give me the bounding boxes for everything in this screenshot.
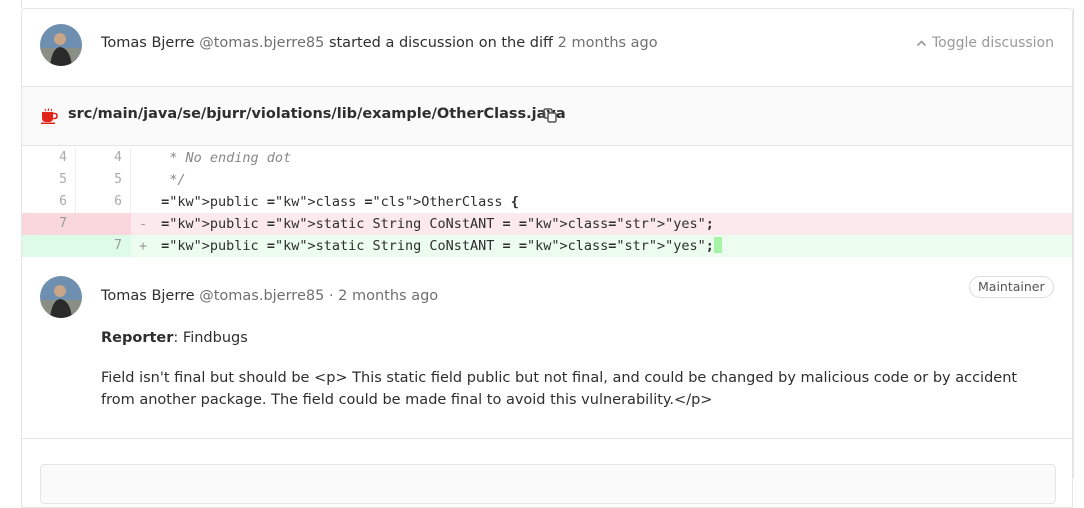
note-separator: · [328, 288, 334, 304]
discussion-card: Tomas Bjerre @tomas.bjerre85 started a d… [21, 8, 1073, 508]
file-path-link[interactable]: src/main/java/se/bjurr/violations/lib/ex… [68, 106, 566, 122]
note-author-name-link[interactable]: Tomas Bjerre [101, 288, 195, 304]
author-handle[interactable]: @tomas.bjerre85 [199, 35, 324, 51]
reply-placeholder-box[interactable] [40, 464, 1056, 504]
code-text: ="kw">public ="kw">static String CoNstAN… [161, 238, 714, 254]
copy-file-path-icon[interactable] [543, 108, 558, 123]
new-line-number[interactable] [76, 213, 131, 235]
toggle-discussion-label: Toggle discussion [931, 35, 1054, 51]
diff-line-removed-7: 7 - ="kw">public ="kw">static String CoN… [22, 213, 1072, 235]
card-right-border [1073, 8, 1074, 478]
diff-line-code: + ="kw">public ="kw">static String CoNst… [131, 235, 722, 257]
java-coffee-icon [41, 108, 58, 124]
diff-line-code: ="kw">public ="kw">class ="cls">OtherCla… [131, 191, 519, 213]
old-line-number[interactable] [22, 235, 76, 257]
reply-separator [22, 438, 1072, 439]
diff-marker [139, 191, 153, 213]
code-comment: * No ending dot [153, 150, 292, 166]
new-line-number[interactable]: 5 [76, 169, 131, 191]
note-message: Field isn't final but should be <p> This… [101, 370, 1018, 408]
code-text: ="kw">public ="kw">static String CoNstAN… [161, 216, 714, 232]
reporter-value: : Findbugs [173, 330, 248, 346]
reporter-label: Reporter [101, 330, 174, 346]
old-line-number[interactable]: 4 [22, 147, 76, 169]
diff-marker [139, 147, 153, 169]
diff-marker [139, 169, 153, 191]
discussion-action: started a discussion on the diff [328, 35, 553, 51]
diff-lines: 4 4 * No ending dot 5 5 */ 6 6 ="kw">pub… [22, 147, 1072, 257]
diff-line-context-4: 4 4 * No ending dot [22, 147, 1072, 169]
author-name-link[interactable]: Tomas Bjerre [101, 35, 195, 51]
text-cursor [713, 237, 722, 253]
diff-marker: + [139, 238, 148, 254]
note-body: Reporter: Findbugs Field isn't final but… [101, 327, 1041, 429]
discussion-time: 2 months ago [557, 35, 658, 51]
note-header: Tomas Bjerre @tomas.bjerre85 · 2 months … [101, 288, 438, 304]
discussion-header: Tomas Bjerre @tomas.bjerre85 started a d… [101, 35, 658, 51]
diff-line-added-7: 7 + ="kw">public ="kw">static String CoN… [22, 235, 1072, 257]
note-time[interactable]: 2 months ago [338, 288, 438, 304]
new-line-number[interactable]: 4 [76, 147, 131, 169]
note-author-handle[interactable]: @tomas.bjerre85 [199, 288, 324, 304]
note-author-avatar[interactable] [40, 276, 82, 318]
diff-line-code: * No ending dot [131, 147, 291, 169]
diff-line-context-6: 6 6 ="kw">public ="kw">class ="cls">Othe… [22, 191, 1072, 213]
timeline-connector [21, 0, 22, 8]
toggle-discussion-button[interactable]: Toggle discussion [916, 35, 1054, 51]
diff-line-context-5: 5 5 */ [22, 169, 1072, 191]
diff-line-code: */ [131, 169, 186, 191]
diff-file-header: src/main/java/se/bjurr/violations/lib/ex… [22, 86, 1072, 146]
old-line-number[interactable]: 7 [22, 213, 76, 235]
author-avatar[interactable] [40, 24, 82, 66]
diff-marker: - [139, 216, 148, 232]
role-badge: Maintainer [969, 276, 1054, 298]
new-line-number[interactable]: 6 [76, 191, 131, 213]
reporter-line: Reporter: Findbugs [101, 327, 1041, 349]
new-line-number[interactable]: 7 [76, 235, 131, 257]
old-line-number[interactable]: 5 [22, 169, 76, 191]
code-text: ="kw">public ="kw">class ="cls">OtherCla… [161, 194, 519, 210]
diff-line-code: - ="kw">public ="kw">static String CoNst… [131, 213, 714, 235]
old-line-number[interactable]: 6 [22, 191, 76, 213]
code-comment: */ [153, 172, 186, 188]
chevron-up-icon [916, 39, 927, 46]
